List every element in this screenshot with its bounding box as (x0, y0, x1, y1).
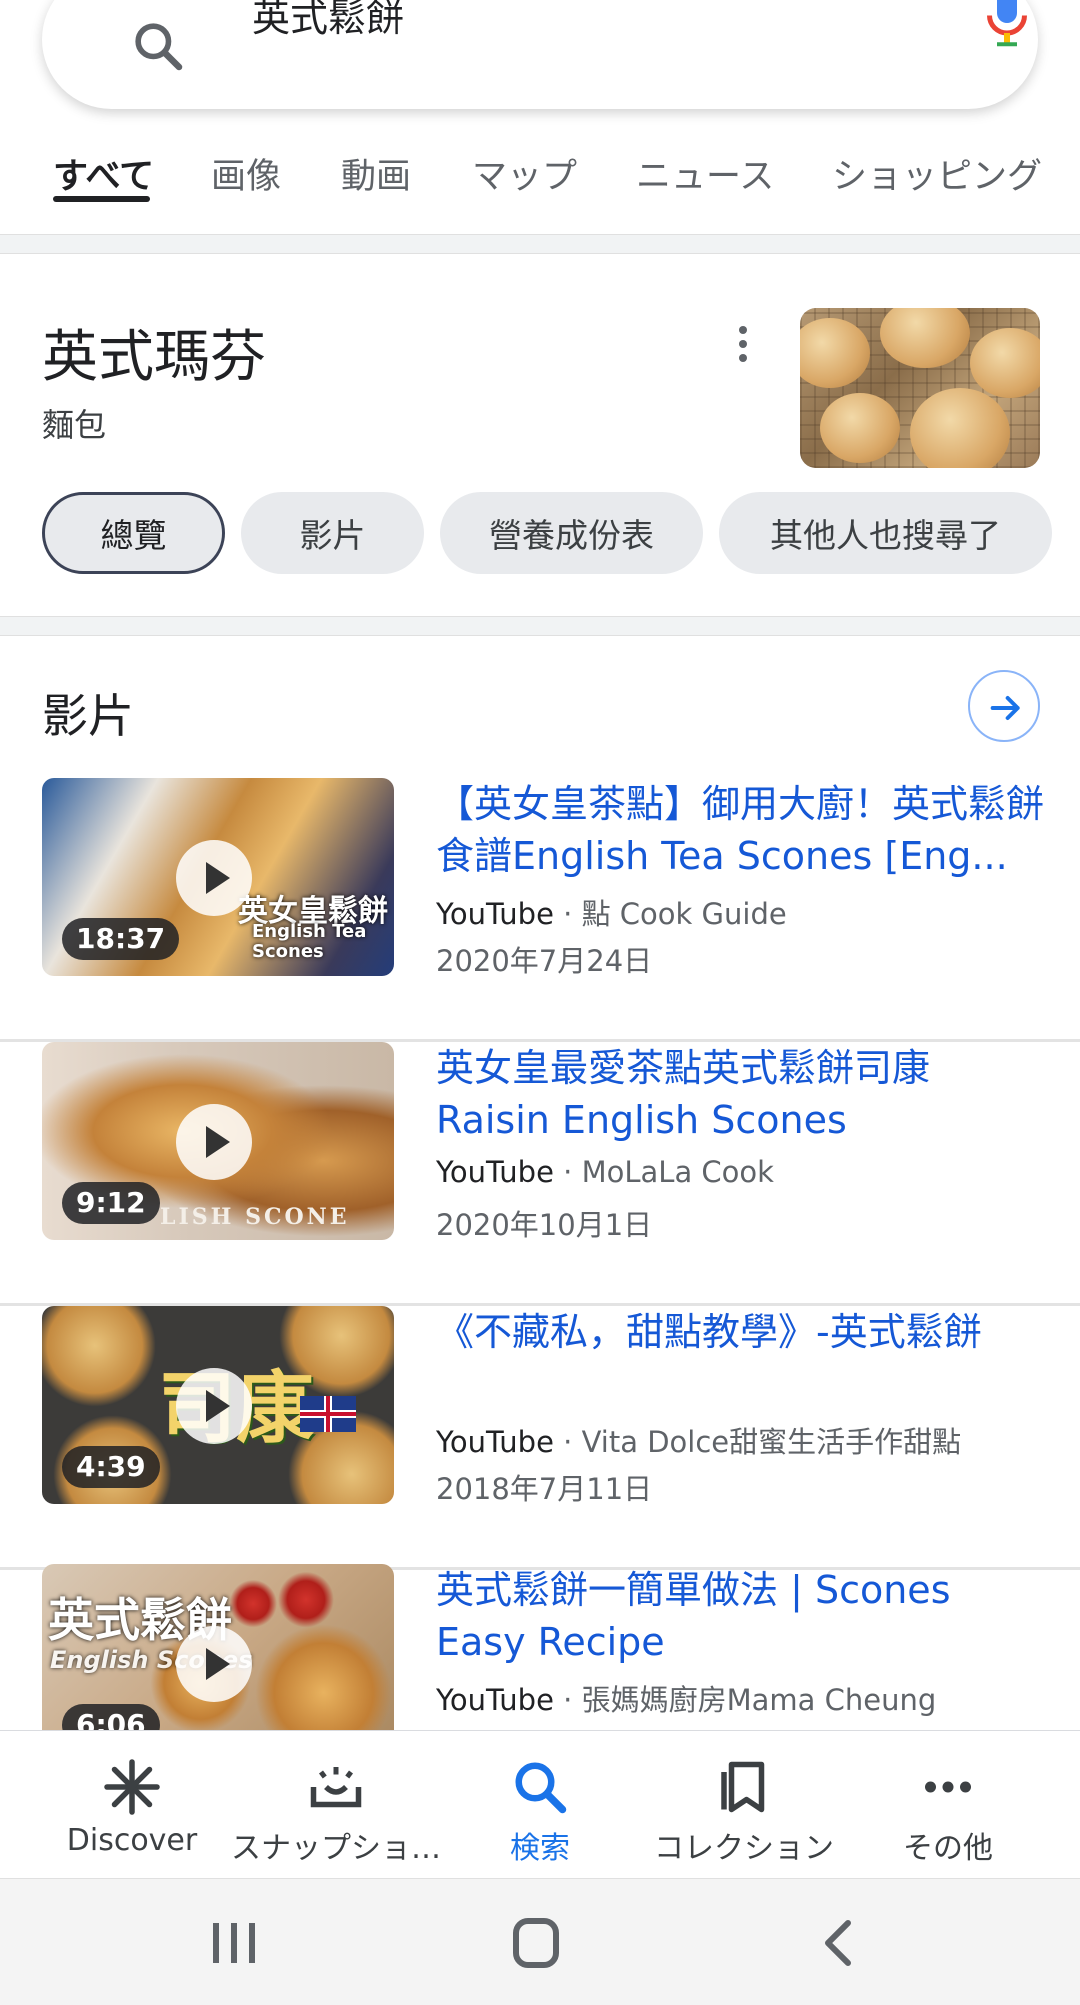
home-icon[interactable] (506, 1915, 566, 1971)
video-duration: 18:37 (62, 918, 180, 960)
video-date: 2018年7月11日 (436, 1472, 653, 1506)
active-tab-indicator (53, 196, 150, 202)
play-icon (176, 1104, 252, 1180)
search-icon (515, 1762, 567, 1814)
play-icon (176, 840, 252, 916)
video-result[interactable]: 司康 4:39 《不藏私，甜點教學》-英式鬆餅 YouTube · Vita D… (0, 1306, 1080, 1570)
videos-heading: 影片 (42, 689, 134, 743)
nav-label: スナップショ… (231, 1831, 441, 1866)
microphone-icon[interactable] (982, 0, 1032, 48)
videos-more-button[interactable] (968, 670, 1040, 742)
nav-label: 検索 (510, 1831, 570, 1866)
arrow-right-icon (990, 696, 1020, 720)
tab-maps[interactable]: マップ (472, 148, 577, 199)
knowledge-panel-subtitle: 麵包 (42, 406, 107, 444)
chip-overview[interactable]: 總覽 (42, 492, 225, 574)
asterisk-icon (104, 1759, 160, 1815)
search-query[interactable]: 英式鬆餅 (252, 0, 404, 48)
thumbnail-overlay-subtext: English Tea Scones (252, 921, 367, 962)
chip-people-also-search[interactable]: 其他人也搜尋了 (719, 492, 1052, 574)
video-thumbnail[interactable]: LISH SCONE 9:12 (42, 1042, 394, 1240)
section-divider (0, 234, 1080, 254)
video-date: 2020年7月24日 (436, 944, 653, 978)
video-result[interactable]: 英式鬆餅 English Scones 6:06 英式鬆餅一簡單做法 | Sco… (0, 1564, 1080, 1730)
tab-all[interactable]: すべて (53, 148, 154, 199)
recent-apps-icon[interactable] (204, 1915, 264, 1971)
nav-search[interactable]: 検索 (432, 1731, 648, 1879)
nav-label: その他 (903, 1831, 993, 1866)
search-icon[interactable] (130, 18, 186, 74)
uk-flag-icon (300, 1396, 356, 1432)
nav-more[interactable]: その他 (840, 1731, 1056, 1879)
chip-nutrition[interactable]: 營養成份表 (440, 492, 703, 574)
collections-icon (721, 1761, 765, 1813)
system-navigation-bar (0, 1878, 1080, 2005)
section-divider (0, 616, 1080, 636)
bottom-navigation: Discover スナップショ… 検索 コレクション その他 (0, 1730, 1080, 1878)
video-source: YouTube · MoLaLa Cook (436, 1155, 774, 1189)
tab-shopping[interactable]: ショッピング (832, 148, 1042, 199)
video-duration: 9:12 (62, 1182, 160, 1224)
video-result[interactable]: 英女皇鬆餅 English Tea Scones 18:37 【英女皇茶點】御用… (0, 778, 1080, 1042)
search-bar[interactable]: 英式鬆餅 (42, 0, 1038, 109)
video-thumbnail[interactable]: 英式鬆餅 English Scones 6:06 (42, 1564, 394, 1730)
video-date: 2020年10月1日 (436, 1208, 653, 1242)
video-source: YouTube · 點 Cook Guide (436, 897, 787, 931)
back-icon[interactable] (810, 1915, 870, 1971)
tab-images[interactable]: 画像 (211, 148, 281, 199)
more-icon (925, 1781, 971, 1793)
video-title[interactable]: 英女皇最愛茶點英式鬆餅司康 Raisin English Scones (436, 1042, 1046, 1146)
video-source: YouTube · 張媽媽廚房Mama Cheung (436, 1683, 937, 1717)
nav-label: コレクション (654, 1831, 834, 1866)
video-duration: 6:06 (62, 1704, 160, 1730)
video-title[interactable]: 《不藏私，甜點教學》-英式鬆餅 (436, 1306, 1046, 1410)
play-icon (176, 1626, 252, 1702)
play-icon (176, 1368, 252, 1444)
video-thumbnail[interactable]: 司康 4:39 (42, 1306, 394, 1504)
scones-image[interactable] (800, 308, 1040, 468)
video-thumbnail[interactable]: 英女皇鬆餅 English Tea Scones 18:37 (42, 778, 394, 976)
video-title[interactable]: 【英女皇茶點】御用大廚！英式鬆餅食譜English Tea Scones [En… (436, 778, 1046, 882)
tab-videos[interactable]: 動画 (341, 148, 411, 199)
chip-videos[interactable]: 影片 (241, 492, 424, 574)
thumbnail-overlay-text: LISH SCONE (160, 1204, 350, 1230)
more-options-icon[interactable] (728, 322, 758, 368)
snapshot-icon (310, 1767, 362, 1808)
video-duration: 4:39 (62, 1446, 160, 1488)
nav-discover[interactable]: Discover (24, 1731, 240, 1879)
nav-collections[interactable]: コレクション (636, 1731, 852, 1879)
video-source: YouTube · Vita Dolce甜蜜生活手作甜點 (436, 1425, 962, 1459)
nav-snapshot[interactable]: スナップショ… (228, 1731, 444, 1879)
knowledge-panel-title: 英式瑪芬 (42, 325, 266, 390)
video-result[interactable]: LISH SCONE 9:12 英女皇最愛茶點英式鬆餅司康 Raisin Eng… (0, 1042, 1080, 1306)
nav-label: Discover (66, 1823, 198, 1858)
tab-news[interactable]: ニュース (636, 148, 774, 199)
video-title[interactable]: 英式鬆餅一簡單做法 | Scones Easy Recipe (436, 1564, 1046, 1668)
search-tabs: すべて 画像 動画 マップ ニュース ショッピング (0, 130, 1080, 230)
